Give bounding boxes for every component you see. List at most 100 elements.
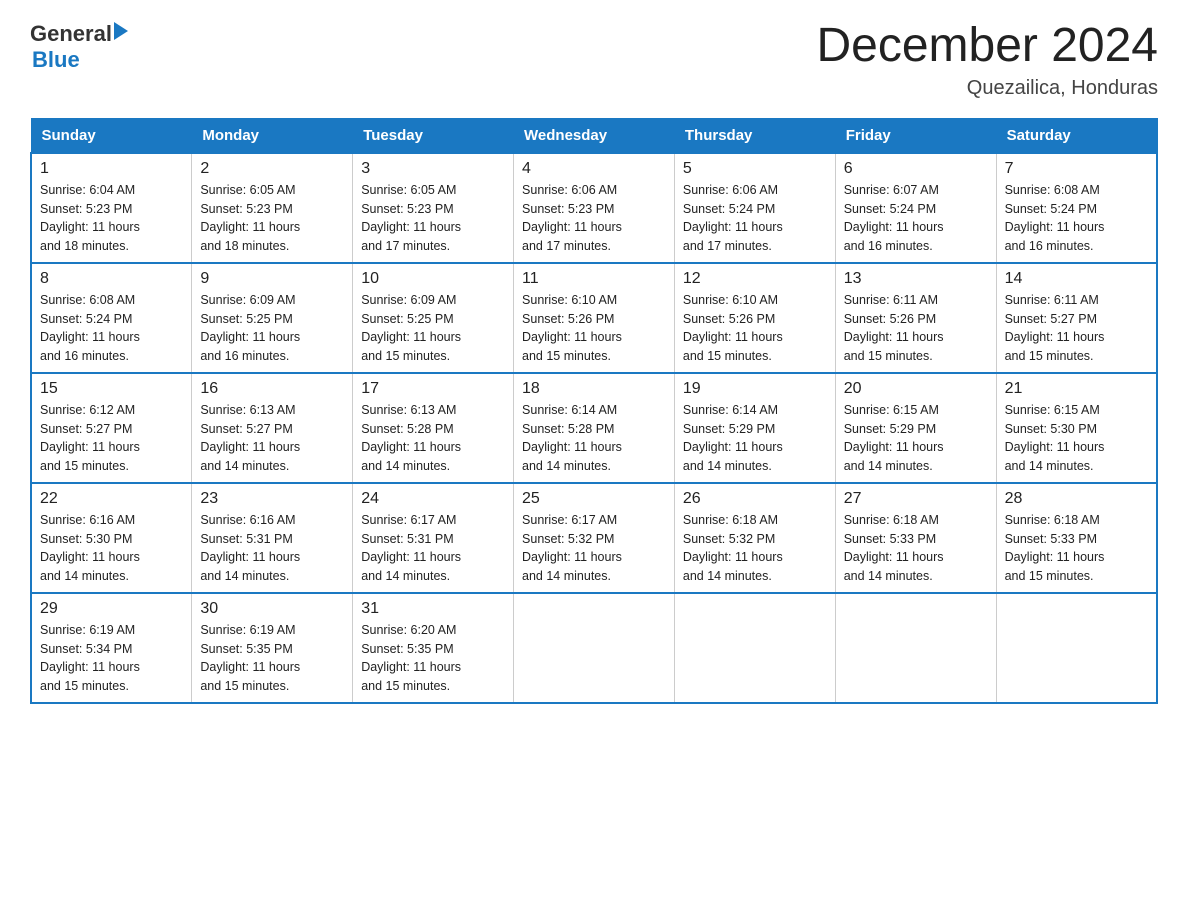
day-info: Sunrise: 6:05 AMSunset: 5:23 PMDaylight:… bbox=[200, 181, 344, 256]
day-info: Sunrise: 6:18 AMSunset: 5:33 PMDaylight:… bbox=[844, 511, 988, 586]
day-number: 8 bbox=[40, 270, 183, 288]
calendar-cell bbox=[674, 593, 835, 703]
day-info: Sunrise: 6:19 AMSunset: 5:34 PMDaylight:… bbox=[40, 621, 183, 696]
day-number: 4 bbox=[522, 160, 666, 178]
calendar-cell bbox=[996, 593, 1157, 703]
calendar-cell: 29 Sunrise: 6:19 AMSunset: 5:34 PMDaylig… bbox=[31, 593, 192, 703]
logo-blue: Blue bbox=[32, 47, 132, 73]
day-number: 9 bbox=[200, 270, 344, 288]
day-info: Sunrise: 6:14 AMSunset: 5:28 PMDaylight:… bbox=[522, 401, 666, 476]
calendar-week-3: 15 Sunrise: 6:12 AMSunset: 5:27 PMDaylig… bbox=[31, 373, 1157, 483]
day-number: 11 bbox=[522, 270, 666, 288]
day-info: Sunrise: 6:18 AMSunset: 5:33 PMDaylight:… bbox=[1005, 511, 1148, 586]
day-info: Sunrise: 6:05 AMSunset: 5:23 PMDaylight:… bbox=[361, 181, 505, 256]
day-number: 14 bbox=[1005, 270, 1148, 288]
day-number: 18 bbox=[522, 380, 666, 398]
calendar-cell: 18 Sunrise: 6:14 AMSunset: 5:28 PMDaylig… bbox=[514, 373, 675, 483]
day-number: 7 bbox=[1005, 160, 1148, 178]
col-header-friday: Friday bbox=[835, 118, 996, 153]
col-header-tuesday: Tuesday bbox=[353, 118, 514, 153]
calendar-cell: 26 Sunrise: 6:18 AMSunset: 5:32 PMDaylig… bbox=[674, 483, 835, 593]
day-info: Sunrise: 6:09 AMSunset: 5:25 PMDaylight:… bbox=[361, 291, 505, 366]
day-info: Sunrise: 6:14 AMSunset: 5:29 PMDaylight:… bbox=[683, 401, 827, 476]
col-header-thursday: Thursday bbox=[674, 118, 835, 153]
logo: General Blue bbox=[30, 20, 132, 73]
day-number: 19 bbox=[683, 380, 827, 398]
day-number: 5 bbox=[683, 160, 827, 178]
calendar-cell: 25 Sunrise: 6:17 AMSunset: 5:32 PMDaylig… bbox=[514, 483, 675, 593]
calendar-cell: 8 Sunrise: 6:08 AMSunset: 5:24 PMDayligh… bbox=[31, 263, 192, 373]
calendar-cell: 24 Sunrise: 6:17 AMSunset: 5:31 PMDaylig… bbox=[353, 483, 514, 593]
day-info: Sunrise: 6:17 AMSunset: 5:31 PMDaylight:… bbox=[361, 511, 505, 586]
day-number: 16 bbox=[200, 380, 344, 398]
calendar-cell: 28 Sunrise: 6:18 AMSunset: 5:33 PMDaylig… bbox=[996, 483, 1157, 593]
day-info: Sunrise: 6:13 AMSunset: 5:28 PMDaylight:… bbox=[361, 401, 505, 476]
day-info: Sunrise: 6:11 AMSunset: 5:27 PMDaylight:… bbox=[1005, 291, 1148, 366]
calendar-cell: 21 Sunrise: 6:15 AMSunset: 5:30 PMDaylig… bbox=[996, 373, 1157, 483]
calendar-cell: 2 Sunrise: 6:05 AMSunset: 5:23 PMDayligh… bbox=[192, 153, 353, 263]
calendar-cell: 31 Sunrise: 6:20 AMSunset: 5:35 PMDaylig… bbox=[353, 593, 514, 703]
calendar-week-4: 22 Sunrise: 6:16 AMSunset: 5:30 PMDaylig… bbox=[31, 483, 1157, 593]
day-number: 26 bbox=[683, 490, 827, 508]
calendar-week-2: 8 Sunrise: 6:08 AMSunset: 5:24 PMDayligh… bbox=[31, 263, 1157, 373]
day-info: Sunrise: 6:06 AMSunset: 5:23 PMDaylight:… bbox=[522, 181, 666, 256]
day-number: 23 bbox=[200, 490, 344, 508]
col-header-saturday: Saturday bbox=[996, 118, 1157, 153]
calendar-cell: 22 Sunrise: 6:16 AMSunset: 5:30 PMDaylig… bbox=[31, 483, 192, 593]
day-number: 1 bbox=[40, 160, 183, 178]
day-number: 22 bbox=[40, 490, 183, 508]
calendar-cell bbox=[514, 593, 675, 703]
calendar-subtitle: Quezailica, Honduras bbox=[816, 77, 1158, 100]
day-number: 25 bbox=[522, 490, 666, 508]
calendar-cell: 10 Sunrise: 6:09 AMSunset: 5:25 PMDaylig… bbox=[353, 263, 514, 373]
day-number: 29 bbox=[40, 600, 183, 618]
day-number: 21 bbox=[1005, 380, 1148, 398]
day-info: Sunrise: 6:20 AMSunset: 5:35 PMDaylight:… bbox=[361, 621, 505, 696]
day-info: Sunrise: 6:07 AMSunset: 5:24 PMDaylight:… bbox=[844, 181, 988, 256]
day-info: Sunrise: 6:18 AMSunset: 5:32 PMDaylight:… bbox=[683, 511, 827, 586]
calendar-cell: 9 Sunrise: 6:09 AMSunset: 5:25 PMDayligh… bbox=[192, 263, 353, 373]
day-number: 28 bbox=[1005, 490, 1148, 508]
calendar-cell: 15 Sunrise: 6:12 AMSunset: 5:27 PMDaylig… bbox=[31, 373, 192, 483]
day-info: Sunrise: 6:10 AMSunset: 5:26 PMDaylight:… bbox=[683, 291, 827, 366]
calendar-cell: 13 Sunrise: 6:11 AMSunset: 5:26 PMDaylig… bbox=[835, 263, 996, 373]
day-info: Sunrise: 6:10 AMSunset: 5:26 PMDaylight:… bbox=[522, 291, 666, 366]
day-number: 6 bbox=[844, 160, 988, 178]
calendar-cell: 14 Sunrise: 6:11 AMSunset: 5:27 PMDaylig… bbox=[996, 263, 1157, 373]
day-info: Sunrise: 6:16 AMSunset: 5:31 PMDaylight:… bbox=[200, 511, 344, 586]
calendar-cell: 4 Sunrise: 6:06 AMSunset: 5:23 PMDayligh… bbox=[514, 153, 675, 263]
day-number: 30 bbox=[200, 600, 344, 618]
day-info: Sunrise: 6:19 AMSunset: 5:35 PMDaylight:… bbox=[200, 621, 344, 696]
calendar-cell: 23 Sunrise: 6:16 AMSunset: 5:31 PMDaylig… bbox=[192, 483, 353, 593]
day-info: Sunrise: 6:06 AMSunset: 5:24 PMDaylight:… bbox=[683, 181, 827, 256]
calendar-cell: 1 Sunrise: 6:04 AMSunset: 5:23 PMDayligh… bbox=[31, 153, 192, 263]
col-header-wednesday: Wednesday bbox=[514, 118, 675, 153]
day-number: 27 bbox=[844, 490, 988, 508]
day-info: Sunrise: 6:04 AMSunset: 5:23 PMDaylight:… bbox=[40, 181, 183, 256]
day-number: 17 bbox=[361, 380, 505, 398]
title-section: December 2024 Quezailica, Honduras bbox=[816, 20, 1158, 100]
day-number: 24 bbox=[361, 490, 505, 508]
day-info: Sunrise: 6:15 AMSunset: 5:29 PMDaylight:… bbox=[844, 401, 988, 476]
calendar-cell: 20 Sunrise: 6:15 AMSunset: 5:29 PMDaylig… bbox=[835, 373, 996, 483]
calendar-week-1: 1 Sunrise: 6:04 AMSunset: 5:23 PMDayligh… bbox=[31, 153, 1157, 263]
day-number: 13 bbox=[844, 270, 988, 288]
day-number: 31 bbox=[361, 600, 505, 618]
day-number: 12 bbox=[683, 270, 827, 288]
calendar-cell: 7 Sunrise: 6:08 AMSunset: 5:24 PMDayligh… bbox=[996, 153, 1157, 263]
calendar-cell: 6 Sunrise: 6:07 AMSunset: 5:24 PMDayligh… bbox=[835, 153, 996, 263]
calendar-cell bbox=[835, 593, 996, 703]
day-info: Sunrise: 6:12 AMSunset: 5:27 PMDaylight:… bbox=[40, 401, 183, 476]
day-info: Sunrise: 6:08 AMSunset: 5:24 PMDaylight:… bbox=[1005, 181, 1148, 256]
col-header-sunday: Sunday bbox=[31, 118, 192, 153]
calendar-cell: 30 Sunrise: 6:19 AMSunset: 5:35 PMDaylig… bbox=[192, 593, 353, 703]
calendar-cell: 3 Sunrise: 6:05 AMSunset: 5:23 PMDayligh… bbox=[353, 153, 514, 263]
calendar-cell: 17 Sunrise: 6:13 AMSunset: 5:28 PMDaylig… bbox=[353, 373, 514, 483]
day-number: 20 bbox=[844, 380, 988, 398]
day-info: Sunrise: 6:17 AMSunset: 5:32 PMDaylight:… bbox=[522, 511, 666, 586]
day-info: Sunrise: 6:11 AMSunset: 5:26 PMDaylight:… bbox=[844, 291, 988, 366]
day-info: Sunrise: 6:16 AMSunset: 5:30 PMDaylight:… bbox=[40, 511, 183, 586]
calendar-cell: 27 Sunrise: 6:18 AMSunset: 5:33 PMDaylig… bbox=[835, 483, 996, 593]
calendar-cell: 12 Sunrise: 6:10 AMSunset: 5:26 PMDaylig… bbox=[674, 263, 835, 373]
day-info: Sunrise: 6:09 AMSunset: 5:25 PMDaylight:… bbox=[200, 291, 344, 366]
